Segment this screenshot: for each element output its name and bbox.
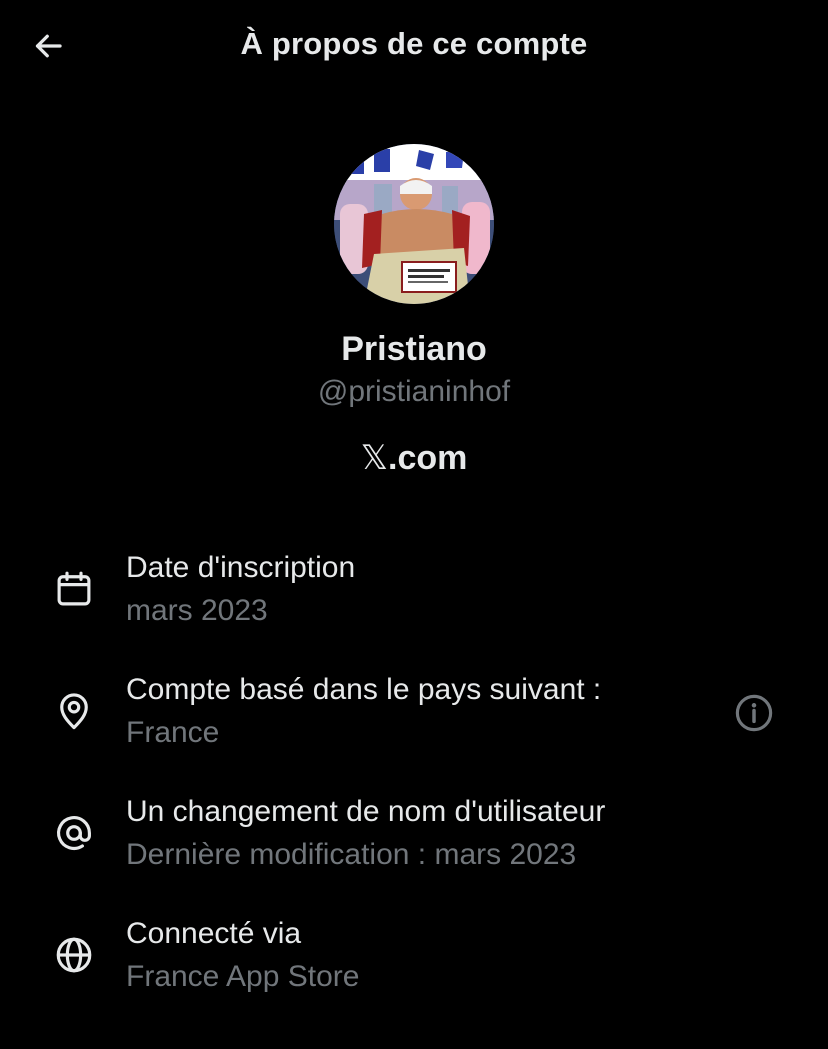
display-name: Pristiano (341, 330, 487, 368)
avatar[interactable] (334, 144, 494, 304)
platform-label: 𝕏.com (0, 438, 828, 478)
detail-value: mars 2023 (126, 594, 268, 627)
detail-label: Connecté via (126, 917, 302, 950)
detail-label: Compte basé dans le pays suivant : (126, 673, 602, 706)
detail-row-join-date: Date d'inscription mars 2023 (0, 545, 828, 645)
calendar-icon (50, 565, 98, 613)
top-bar: À propos de ce compte (0, 0, 828, 92)
detail-label: Date d'inscription (126, 551, 356, 584)
country-info-button[interactable] (732, 691, 776, 735)
detail-value: France App Store (126, 960, 360, 993)
username-handle: @pristianinhof (317, 375, 511, 408)
detail-value: France (126, 716, 220, 749)
detail-row-username-change: Un changement de nom d'utilisateur Derni… (0, 789, 828, 889)
globe-icon (50, 931, 98, 979)
at-sign-icon (50, 809, 98, 857)
avatar-image (334, 144, 494, 304)
platform-domain: .com (388, 439, 468, 477)
detail-value: Dernière modification : mars 2023 (126, 838, 577, 871)
location-pin-icon (50, 687, 98, 735)
info-icon (735, 694, 773, 732)
detail-label: Un changement de nom d'utilisateur (126, 795, 606, 828)
page-title: À propos de ce compte (240, 26, 588, 61)
detail-row-connected-via: Connecté via France App Store (0, 911, 828, 1011)
x-logo: 𝕏 (360, 438, 389, 478)
detail-row-country: Compte basé dans le pays suivant : Franc… (0, 667, 828, 767)
